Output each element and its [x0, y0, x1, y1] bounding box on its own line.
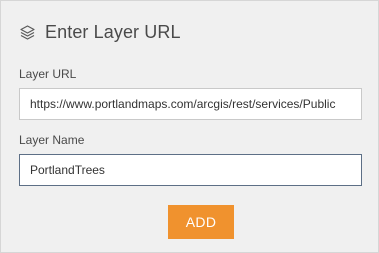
add-button[interactable]: ADD [168, 205, 234, 239]
layer-url-label: Layer URL [19, 67, 77, 81]
add-layer-panel: Enter Layer URL Layer URL Layer Name ADD [0, 0, 379, 253]
panel-header: Enter Layer URL [19, 21, 181, 43]
layer-url-input[interactable] [19, 88, 362, 120]
layer-name-label: Layer Name [19, 133, 85, 147]
layer-name-input[interactable] [19, 154, 362, 186]
panel-title: Enter Layer URL [45, 21, 181, 42]
layers-icon [19, 24, 36, 41]
